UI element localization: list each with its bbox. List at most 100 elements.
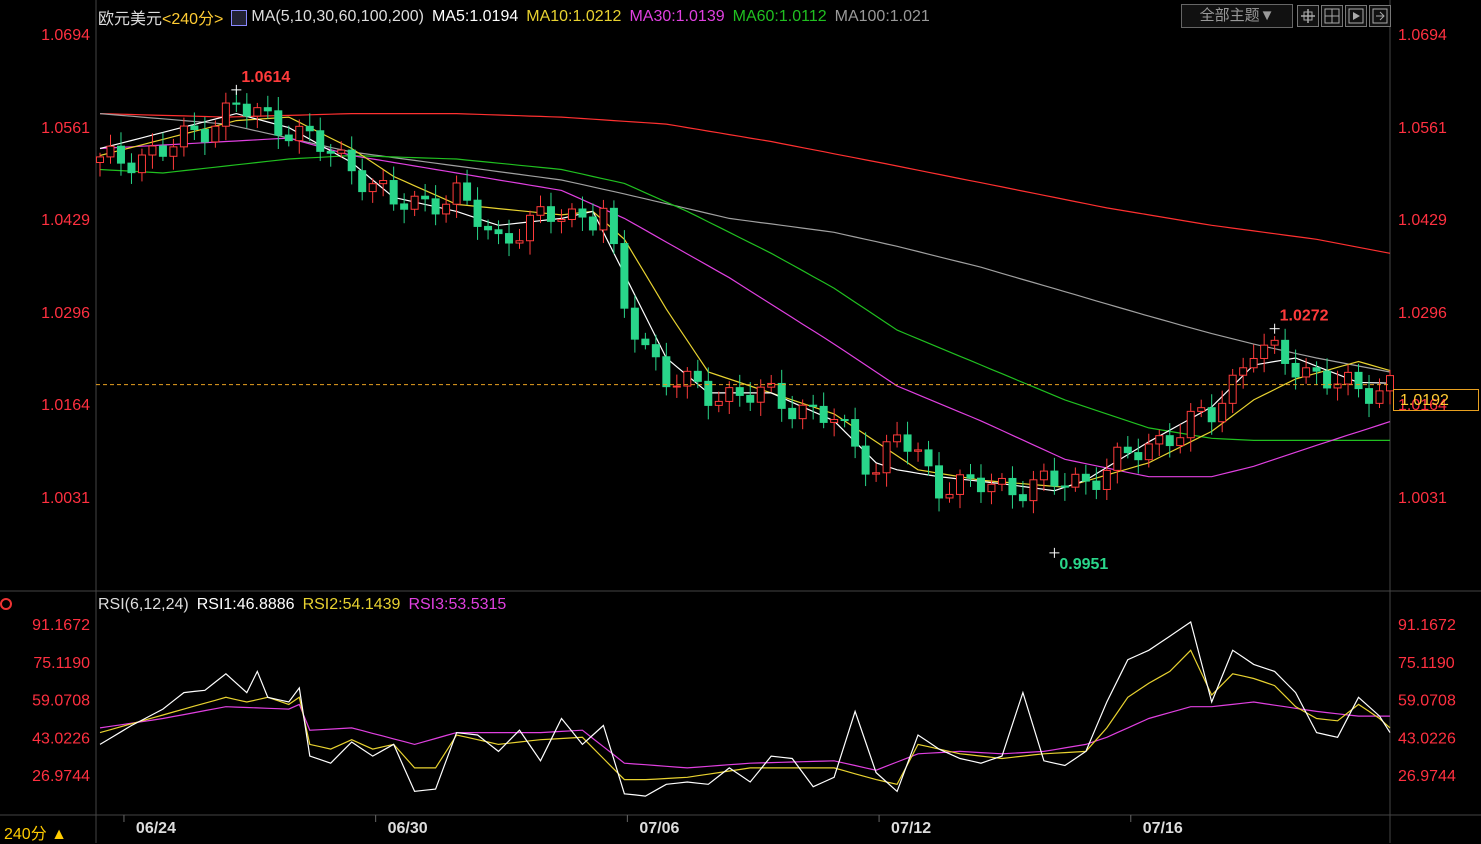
current-price-tag: 1.0192 <box>1393 389 1479 411</box>
candle-body <box>1323 370 1332 389</box>
high-price-label: 1.0614 <box>241 69 290 86</box>
candle-body <box>358 170 367 193</box>
rsi-header: RSI(6,12,24) RSI1:46.8886 RSI2:54.1439 R… <box>98 596 506 614</box>
candle-body <box>179 125 188 148</box>
candle-body <box>567 208 576 220</box>
chart-canvas: 1.0694 1.0694 1.0561 1.0561 1.0429 1.0429 1.02… <box>0 0 1481 843</box>
date-axis-label: 07/12 <box>891 820 931 837</box>
rsi-axis-label-right: 26.9744 <box>1398 768 1456 785</box>
candle-body <box>1344 371 1353 385</box>
candle-body <box>484 225 493 231</box>
rsi1-value: RSI1:46.8886 <box>196 596 295 613</box>
candle-body <box>137 154 146 174</box>
candle-body <box>819 405 828 423</box>
candle-body <box>672 385 681 388</box>
candle-body <box>127 162 136 174</box>
candle-body <box>935 465 944 499</box>
ma100-value: MA100:1.021 <box>834 8 930 25</box>
candle-body <box>305 125 314 132</box>
ma-title: MA(5,10,30,60,100,200) <box>251 8 424 25</box>
indicator-icon[interactable] <box>231 10 248 26</box>
candle-body <box>232 102 241 105</box>
low-price-label: 0.9951 <box>1059 556 1108 573</box>
candle-body <box>714 400 723 406</box>
candle-body <box>1312 367 1321 372</box>
candle-body <box>505 233 514 244</box>
candle-body <box>1239 367 1248 376</box>
candle-body <box>1134 452 1143 461</box>
candle-body <box>494 229 503 235</box>
price-axis-label-right: 1.0296 <box>1398 305 1447 322</box>
ma-line-ma10 <box>99 116 1391 488</box>
candle-body <box>1291 362 1300 378</box>
ma-line-ma5 <box>99 112 1391 492</box>
candle-body <box>1186 410 1195 439</box>
candle-body <box>662 356 671 388</box>
date-axis-label: 06/24 <box>136 820 176 837</box>
candle-body <box>515 240 524 244</box>
candle-body <box>452 182 461 205</box>
candle-body <box>893 434 902 443</box>
candle-body <box>169 146 178 157</box>
candle-body <box>1270 339 1279 346</box>
price-axis-label-left: 1.0031 <box>41 490 90 507</box>
candle-body <box>914 449 923 452</box>
candle-body <box>1249 357 1258 369</box>
candle-body <box>316 130 325 152</box>
candle-body <box>473 199 482 227</box>
candle-body <box>337 149 346 154</box>
candle-body <box>253 107 262 117</box>
candle-body <box>1375 390 1384 404</box>
candle-body <box>431 198 440 215</box>
candle-body <box>1092 480 1101 490</box>
candle-body <box>788 407 797 420</box>
candle-body <box>190 125 199 130</box>
candle-body <box>557 218 566 222</box>
candle-body <box>536 206 545 216</box>
symbol-label: 欧元美元 <box>98 11 163 28</box>
rsi2-value: RSI2:54.1439 <box>302 596 401 613</box>
play-icon[interactable] <box>1345 5 1367 27</box>
period-link[interactable]: <240分> <box>162 5 223 29</box>
candle-body <box>295 125 304 142</box>
candle-body <box>389 180 398 205</box>
candle-body <box>421 195 430 200</box>
candle-body <box>368 183 377 193</box>
date-axis-label: 06/30 <box>388 820 428 837</box>
candle-body <box>683 370 692 387</box>
indicator-marker-icon[interactable] <box>0 598 12 610</box>
expand-icon[interactable] <box>1369 5 1391 27</box>
candle-body <box>693 370 702 382</box>
theme-dropdown-button[interactable]: 全部主题▼ <box>1181 4 1293 28</box>
layout-grid-icon[interactable] <box>1321 5 1343 27</box>
candle-body <box>1050 470 1059 487</box>
candle-body <box>116 145 125 164</box>
candle-body <box>976 477 985 493</box>
candle-body <box>106 145 115 158</box>
candle-body <box>1081 473 1090 482</box>
ma-line-ma100 <box>99 113 1391 373</box>
candle-body <box>725 387 734 402</box>
candle-body <box>609 207 618 245</box>
candle-body <box>1260 344 1269 359</box>
candle-body <box>830 419 839 423</box>
candle-body <box>641 338 650 346</box>
candle-body <box>872 472 881 475</box>
candle-body <box>1354 371 1363 390</box>
candle-body <box>777 382 786 409</box>
ma5-value: MA5:1.0194 <box>431 8 519 25</box>
rsi-line-rsi1 <box>99 621 1391 797</box>
rsi-title: RSI(6,12,24) <box>98 596 189 613</box>
candle-body <box>1144 443 1153 461</box>
candle-body <box>620 243 629 309</box>
crosshair-icon[interactable] <box>1297 5 1319 27</box>
price-axis-label-left: 1.0694 <box>41 27 90 44</box>
candle-body <box>1365 388 1374 404</box>
candle-body <box>798 404 807 420</box>
candle-body <box>767 382 776 388</box>
period-selector[interactable]: 240分 ▲ <box>4 820 67 844</box>
candle-body <box>746 394 755 403</box>
candle-body <box>158 145 167 157</box>
ma60-value: MA60:1.0112 <box>732 8 827 25</box>
rsi-axis-label-right: 43.0226 <box>1398 730 1456 747</box>
